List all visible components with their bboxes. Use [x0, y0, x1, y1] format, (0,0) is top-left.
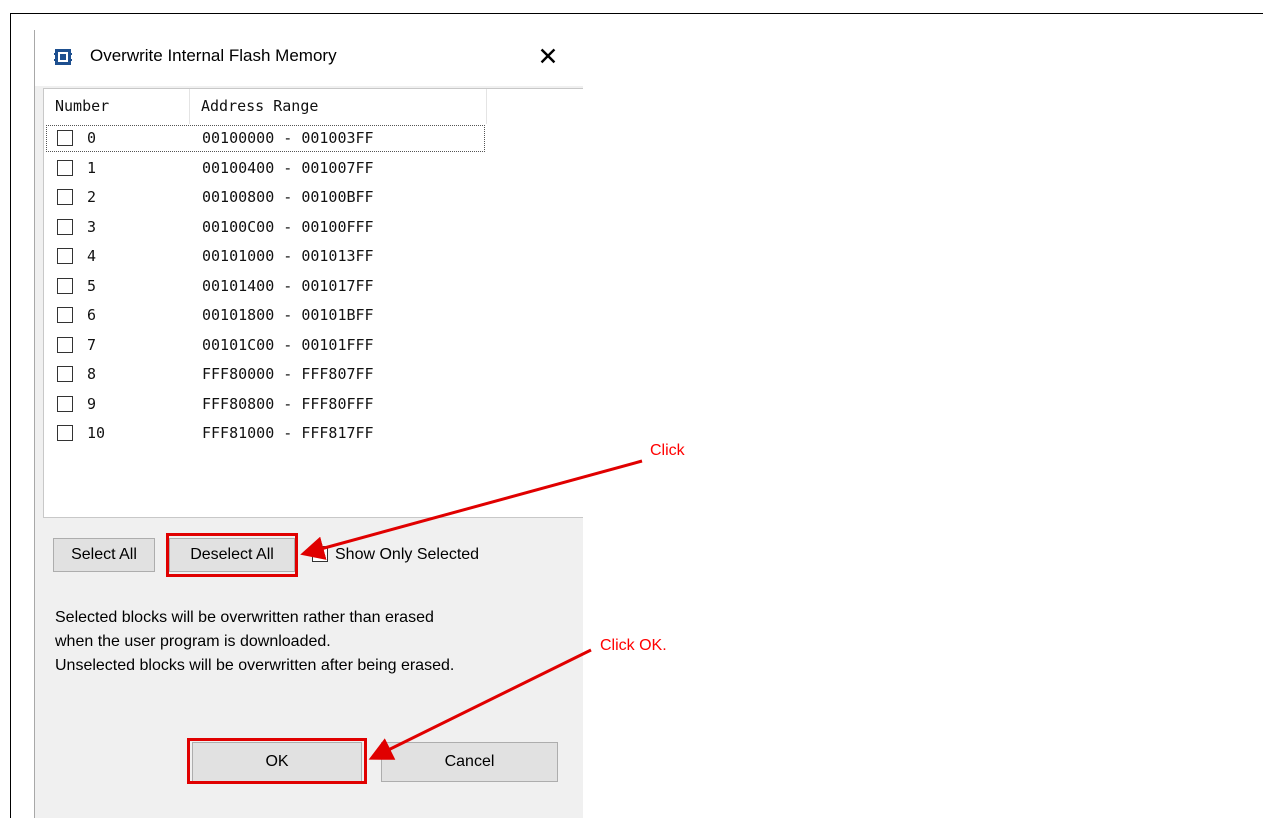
- block-number: 5: [87, 276, 97, 295]
- chip-icon: [54, 49, 72, 65]
- info-line: Unselected blocks will be overwritten af…: [55, 657, 455, 674]
- list-header: Number Address Range: [44, 89, 583, 124]
- block-number: 6: [87, 306, 97, 324]
- block-checkbox[interactable]: [57, 189, 73, 205]
- info-line: Selected blocks will be overwritten rath…: [55, 609, 434, 626]
- table-row[interactable]: 9 FFF80800 - FFF80FFF: [44, 390, 583, 420]
- block-checkbox[interactable]: [57, 218, 73, 235]
- figure-frame-top: [10, 13, 1263, 14]
- table-row[interactable]: 2 00100800 - 00100BFF: [44, 183, 583, 213]
- block-number: 3: [87, 217, 97, 236]
- block-checkbox[interactable]: [57, 425, 73, 441]
- table-row[interactable]: 3 00100C00 - 00100FFF: [44, 213, 583, 243]
- table-row[interactable]: 5 00101400 - 001017FF: [44, 272, 583, 302]
- block-checkbox[interactable]: [57, 336, 73, 353]
- block-number: 1: [87, 158, 97, 177]
- block-number: 9: [87, 394, 97, 413]
- close-icon: ✕: [537, 43, 559, 71]
- close-button[interactable]: ✕: [530, 40, 566, 74]
- table-row[interactable]: 6 00101800 - 00101BFF: [44, 301, 583, 331]
- table-row[interactable]: 8 FFF80000 - FFF807FF: [44, 360, 583, 390]
- show-only-selected-label: Show Only Selected: [335, 546, 480, 563]
- column-header-address-range[interactable]: Address Range: [190, 89, 487, 124]
- block-address-range: FFF81000 - FFF817FF: [202, 424, 374, 442]
- block-number: 4: [87, 247, 97, 265]
- figure-frame-left: [10, 13, 11, 818]
- block-checkbox[interactable]: [57, 307, 73, 323]
- table-row[interactable]: 4 00101000 - 001013FF: [44, 242, 583, 272]
- show-only-selected-checkbox[interactable]: [312, 546, 328, 562]
- info-line: when the user program is downloaded.: [55, 633, 331, 650]
- block-checkbox[interactable]: [57, 248, 73, 264]
- table-row[interactable]: 1 00100400 - 001007FF: [44, 154, 583, 184]
- block-number: 8: [87, 365, 97, 383]
- block-number: 2: [87, 188, 97, 206]
- block-address-range: 00100000 - 001003FF: [202, 129, 374, 147]
- ok-button[interactable]: OK: [192, 742, 362, 782]
- block-address-range: FFF80000 - FFF807FF: [202, 365, 374, 383]
- table-row[interactable]: 0 00100000 - 001003FF: [44, 124, 583, 154]
- block-address-range: 00101400 - 001017FF: [202, 276, 374, 295]
- cancel-button[interactable]: Cancel: [381, 742, 558, 782]
- block-checkbox[interactable]: [57, 130, 73, 146]
- flash-block-list[interactable]: Number Address Range 0 00100000 - 001003F…: [43, 88, 583, 518]
- block-checkbox[interactable]: [57, 395, 73, 412]
- dialog-title: Overwrite Internal Flash Memory: [90, 46, 337, 65]
- info-text: Selected blocks will be overwritten rath…: [55, 606, 454, 678]
- callout-click: Click: [650, 442, 685, 459]
- overwrite-flash-dialog: Overwrite Internal Flash Memory ✕ Number…: [34, 30, 583, 818]
- select-all-button[interactable]: Select All: [53, 538, 155, 572]
- block-address-range: 00100C00 - 00100FFF: [202, 217, 374, 236]
- block-address-range: 00101C00 - 00101FFF: [202, 335, 374, 354]
- block-address-range: 00100800 - 00100BFF: [202, 188, 374, 206]
- block-checkbox[interactable]: [57, 159, 73, 176]
- block-address-range: FFF80800 - FFF80FFF: [202, 394, 374, 413]
- block-number: 10: [87, 424, 106, 442]
- block-checkbox[interactable]: [57, 277, 73, 294]
- table-row[interactable]: 7 00101C00 - 00101FFF: [44, 331, 583, 361]
- block-address-range: 00101800 - 00101BFF: [202, 306, 374, 324]
- block-address-range: 00101000 - 001013FF: [202, 247, 374, 265]
- dialog-titlebar: Overwrite Internal Flash Memory ✕: [35, 30, 583, 86]
- deselect-all-button[interactable]: Deselect All: [169, 538, 295, 572]
- block-number: 7: [87, 335, 97, 354]
- column-header-number[interactable]: Number: [44, 89, 190, 124]
- block-number: 0: [87, 129, 97, 147]
- table-row[interactable]: 10 FFF81000 - FFF817FF: [44, 419, 583, 449]
- callout-click-ok: Click OK.: [600, 637, 667, 654]
- list-rows: 0 00100000 - 001003FF 1 00100400 - 001007FF…: [44, 124, 583, 449]
- block-checkbox[interactable]: [57, 366, 73, 382]
- block-address-range: 00100400 - 001007FF: [202, 158, 374, 177]
